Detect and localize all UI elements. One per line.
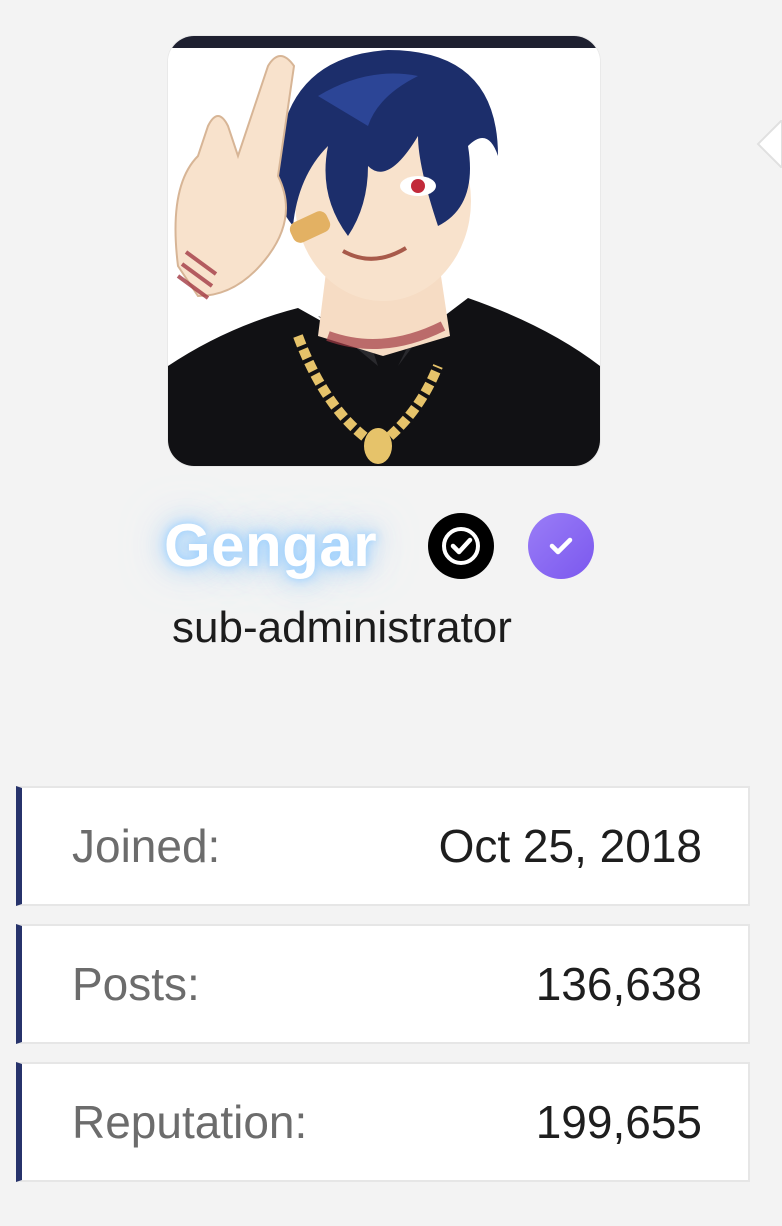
stats-list: Joined: Oct 25, 2018 Posts: 136,638 Repu… xyxy=(16,786,750,1200)
name-row: Gengar xyxy=(0,508,782,584)
stat-label: Posts: xyxy=(72,958,200,1010)
avatar-image xyxy=(168,36,600,466)
stat-label: Joined: xyxy=(72,820,221,872)
avatar[interactable] xyxy=(168,36,600,466)
profile-card: Gengar sub-administrator Joined: Oct 25,… xyxy=(0,0,782,1226)
stat-label: Reputation: xyxy=(72,1096,308,1148)
verified-black-badge-icon xyxy=(428,513,494,579)
stat-row-posts: Posts: 136,638 xyxy=(16,924,750,1044)
stat-value: 199,655 xyxy=(535,1096,702,1148)
username[interactable]: Gengar xyxy=(164,508,377,584)
stat-row-joined: Joined: Oct 25, 2018 xyxy=(16,786,750,906)
stat-value: 136,638 xyxy=(535,958,702,1010)
stat-value: Oct 25, 2018 xyxy=(438,820,702,872)
user-role: sub-administrator xyxy=(172,603,512,652)
popover-notch-icon xyxy=(756,120,782,168)
verified-purple-badge-icon xyxy=(528,513,594,579)
stat-row-reputation: Reputation: 199,655 xyxy=(16,1062,750,1182)
